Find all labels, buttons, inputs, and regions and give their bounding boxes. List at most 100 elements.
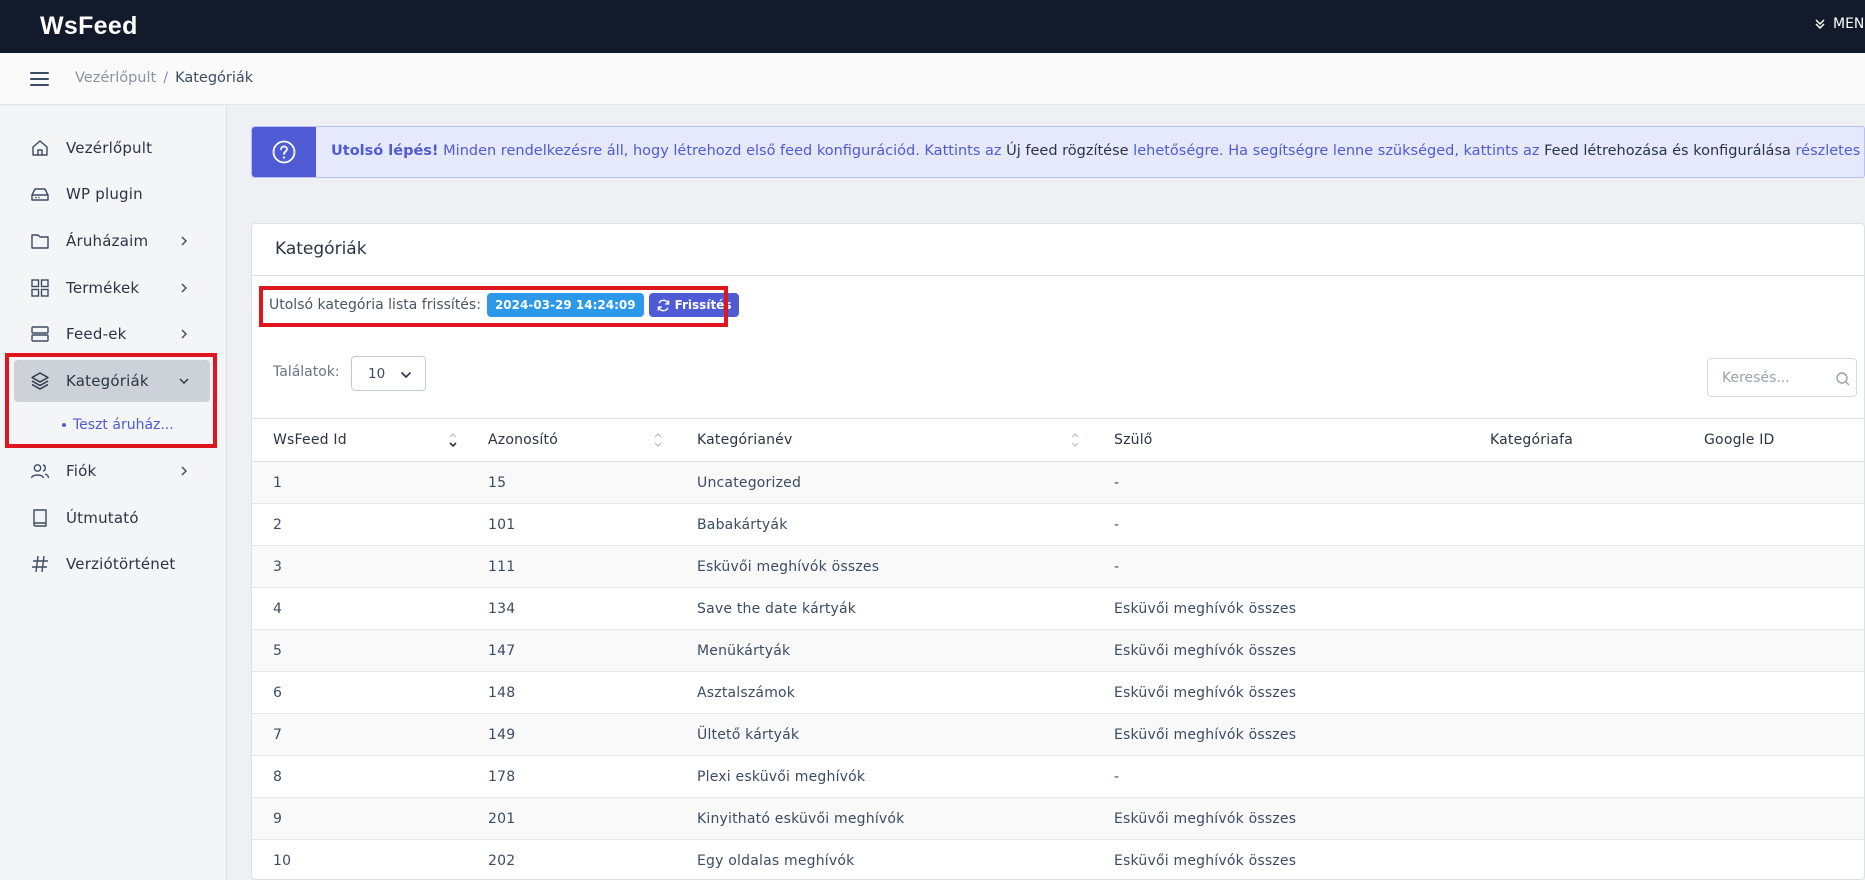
- col-kategorianev[interactable]: Kategórianév: [676, 418, 1093, 462]
- cell-azonosito: 147: [467, 629, 676, 672]
- top-bar: WsFeed MENÜ: [0, 0, 1865, 53]
- table-row: 9 201 Kinyitható esküvői meghívók Esküvői m…: [252, 797, 1864, 840]
- sidebar-item-label: Verziótörténet: [66, 555, 176, 573]
- cell-parent: Esküvői meghívók összes: [1093, 797, 1469, 840]
- sidebar-item-wp-plugin[interactable]: WP plugin: [14, 173, 210, 215]
- cell-google-id: [1683, 461, 1864, 504]
- table-row: 2 101 Babakártyák -: [252, 503, 1864, 546]
- cell-name: Ültető kártyák: [676, 713, 1093, 756]
- sidebar-item-aruhazaim[interactable]: Áruházaim: [14, 220, 210, 262]
- cell-tree: [1469, 755, 1683, 798]
- table-row: 6 148 Asztalszámok Esküvői meghívók összes: [252, 671, 1864, 714]
- cell-tree: [1469, 713, 1683, 756]
- book-icon: [33, 509, 47, 527]
- sidebar-item-label: Feed-ek: [66, 325, 127, 343]
- sidebar-item-label: Fiók: [66, 462, 97, 480]
- breadcrumb-current: Kategóriák: [175, 70, 254, 86]
- col-azonosito[interactable]: Azonosító: [467, 418, 676, 462]
- cell-name: Save the date kártyák: [676, 587, 1093, 630]
- cell-azonosito: 15: [467, 461, 676, 504]
- table-row: 4 134 Save the date kártyák Esküvői meghívó…: [252, 587, 1864, 630]
- folder-icon: [31, 234, 49, 249]
- column-label: Kategóriafa: [1490, 432, 1574, 448]
- home-icon: [32, 140, 48, 156]
- table-row: 10 202 Egy oldalas meghívók Esküvői meghívó…: [252, 839, 1864, 880]
- cell-tree: [1469, 461, 1683, 504]
- refresh-date-badge: 2024-03-29 14:24:09: [486, 293, 644, 317]
- chevron-right-icon: [181, 236, 187, 246]
- sidebar-item-kategoriak[interactable]: Kategóriák: [14, 360, 210, 402]
- grid-icon: [31, 279, 49, 297]
- menu-toggle[interactable]: MENÜ: [1814, 16, 1865, 32]
- chevron-right-icon: [181, 466, 187, 476]
- cell-azonosito: 148: [467, 671, 676, 714]
- cell-tree: [1469, 671, 1683, 714]
- cell-name: Menükártyák: [676, 629, 1093, 672]
- cell-azonosito: 178: [467, 755, 676, 798]
- sort-desc-icon: [449, 433, 457, 448]
- sidebar-item-label: Áruházaim: [66, 232, 149, 250]
- breadcrumb-home[interactable]: Vezérlőpult: [75, 70, 156, 86]
- info-alert: Utolsó lépés! Minden rendelkezésre áll, …: [251, 126, 1865, 178]
- sidebar-item-label: WP plugin: [66, 185, 143, 203]
- cell-parent: Esküvői meghívók összes: [1093, 671, 1469, 714]
- cell-name: Kinyitható esküvői meghívók: [676, 797, 1093, 840]
- cell-name: Esküvői meghívók összes: [676, 545, 1093, 588]
- cell-parent: -: [1093, 461, 1469, 504]
- alert-text: Utolsó lépés! Minden rendelkezésre áll, …: [331, 143, 1865, 159]
- chevron-down-icon: [400, 371, 412, 379]
- column-label: Google ID: [1704, 432, 1775, 448]
- table-header-row: WsFeed Id Azonosító Kategórianév Szülő K…: [252, 418, 1864, 462]
- sidebar-item-fiok[interactable]: Fiók: [14, 450, 210, 492]
- sidebar-item-vezerlopult[interactable]: Vezérlőpult: [14, 127, 210, 169]
- users-icon: [30, 464, 50, 479]
- search-input[interactable]: Keresés...: [1707, 358, 1857, 397]
- col-wsfeed-id[interactable]: WsFeed Id: [252, 418, 467, 462]
- col-google-id[interactable]: Google ID: [1683, 418, 1864, 462]
- sidebar-item-verziotortenet[interactable]: Verziótörténet: [14, 543, 210, 585]
- page-length-value: 10: [368, 366, 386, 382]
- refresh-row: Utolsó kategória lista frissítés: 2024-0…: [269, 293, 740, 317]
- cell-parent: Esküvői meghívók összes: [1093, 629, 1469, 672]
- table-row: 3 111 Esküvői meghívók összes -: [252, 545, 1864, 588]
- cell-name: Asztalszámok: [676, 671, 1093, 714]
- cell-id: 2: [252, 503, 467, 546]
- col-kategoriafa[interactable]: Kategóriafa: [1469, 418, 1683, 462]
- sidebar-subitem-label: Teszt áruház...: [73, 417, 174, 433]
- cell-id: 6: [252, 671, 467, 714]
- refresh-button[interactable]: Frissítés: [648, 293, 740, 317]
- categories-table: WsFeed Id Azonosító Kategórianév Szülő K…: [252, 418, 1864, 880]
- cell-tree: [1469, 587, 1683, 630]
- page-length-select[interactable]: 10: [351, 356, 426, 391]
- sidebar-item-utmutato[interactable]: Útmutató: [14, 497, 210, 539]
- alert-link-guide[interactable]: Feed létrehozása és konfigurálása: [1544, 143, 1791, 159]
- cell-tree: [1469, 503, 1683, 546]
- alert-link-new-feed[interactable]: Új feed rögzítése: [1006, 143, 1128, 159]
- cell-azonosito: 134: [467, 587, 676, 630]
- brand-logo[interactable]: WsFeed: [40, 12, 138, 41]
- sort-icon: [1071, 433, 1079, 447]
- table-row: 8 178 Plexi esküvői meghívók -: [252, 755, 1864, 798]
- col-szulo[interactable]: Szülő: [1093, 418, 1469, 462]
- cell-google-id: [1683, 755, 1864, 798]
- sidebar-subitem-teszt-aruhaz[interactable]: Teszt áruház...: [62, 417, 174, 433]
- sidebar: Vezérlőpult WP plugin Áruházaim Termékek…: [0, 106, 227, 880]
- cell-parent: -: [1093, 545, 1469, 588]
- table-row: 5 147 Menükártyák Esküvői meghívók összes: [252, 629, 1864, 672]
- cell-id: 8: [252, 755, 467, 798]
- sidebar-item-termekek[interactable]: Termékek: [14, 267, 210, 309]
- cell-azonosito: 149: [467, 713, 676, 756]
- sidebar-item-feed-ek[interactable]: Feed-ek: [14, 313, 210, 355]
- server-icon: [31, 326, 49, 342]
- cell-azonosito: 101: [467, 503, 676, 546]
- cell-id: 5: [252, 629, 467, 672]
- cell-google-id: [1683, 545, 1864, 588]
- breadcrumb-separator: /: [163, 70, 169, 86]
- refresh-button-label: Frissítés: [674, 298, 732, 312]
- chevron-right-icon: [181, 283, 187, 293]
- hamburger-icon[interactable]: [30, 72, 49, 86]
- cell-azonosito: 202: [467, 839, 676, 880]
- question-circle-icon: [272, 140, 296, 164]
- cell-google-id: [1683, 503, 1864, 546]
- hard-drive-icon: [31, 188, 49, 201]
